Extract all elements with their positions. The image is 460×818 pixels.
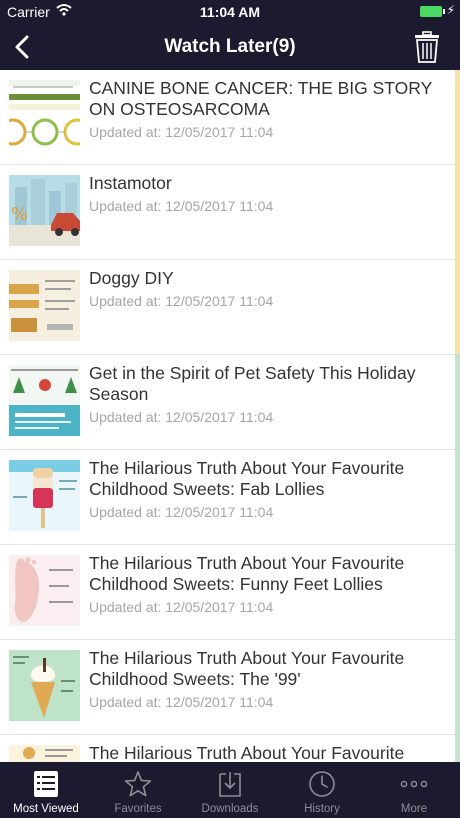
item-title: The Hilarious Truth About Your Favourite <box>89 743 405 762</box>
thumbnail-image <box>9 270 80 341</box>
list-icon <box>34 771 58 797</box>
thumbnail-image <box>9 80 80 151</box>
thumbnail-image <box>9 460 80 531</box>
download-icon <box>219 772 241 797</box>
tab-label: Most Viewed <box>13 803 79 815</box>
tab-bar: Most Viewed Favorites Downloads History … <box>0 762 460 818</box>
more-icon <box>400 780 428 788</box>
item-title: The Hilarious Truth About Your Favourite… <box>89 648 405 689</box>
thumbnail-image: % <box>9 175 80 246</box>
thumbnail-image <box>9 365 80 436</box>
page-title: Watch Later(9) <box>164 36 296 57</box>
tab-label: More <box>400 803 428 815</box>
tab-favorites[interactable]: Favorites <box>92 762 184 818</box>
item-updated-date: Updated at: 12/05/2017 11:04 <box>89 293 274 309</box>
tab-label: Downloads <box>201 803 259 815</box>
list-item[interactable]: The Hilarious Truth About Your Favourite… <box>0 640 455 735</box>
list-item[interactable]: The Hilarious Truth About Your Favourite <box>0 735 455 762</box>
thumbnail-image <box>9 745 80 762</box>
item-title: Get in the Spirit of Pet Safety This Hol… <box>89 363 416 404</box>
tab-label: History <box>304 803 340 815</box>
trash-icon[interactable] <box>414 31 440 63</box>
tab-most-viewed[interactable]: Most Viewed <box>0 762 92 818</box>
item-updated-date: Updated at: 12/05/2017 11:04 <box>89 409 274 425</box>
star-icon <box>124 771 152 797</box>
watch-later-list[interactable]: CANINE BONE CANCER: THE BIG STORY ON OST… <box>0 70 455 762</box>
thumbnail-image <box>9 555 80 626</box>
battery-tip <box>443 9 445 14</box>
item-updated-date: Updated at: 12/05/2017 11:04 <box>89 124 274 140</box>
svg-text:%: % <box>11 204 28 225</box>
item-title: The Hilarious Truth About Your Favourite… <box>89 458 405 499</box>
status-bar: Carrier 11:04 AM ⚡ <box>0 0 460 24</box>
list-item[interactable]: Get in the Spirit of Pet Safety This Hol… <box>0 355 455 450</box>
clock-icon <box>309 771 335 797</box>
thumbnail-image <box>9 650 80 721</box>
charging-icon: ⚡ <box>446 3 455 17</box>
battery-icon <box>420 6 442 17</box>
item-updated-date: Updated at: 12/05/2017 11:04 <box>89 504 274 520</box>
item-title: Doggy DIY <box>89 268 174 288</box>
list-item[interactable]: The Hilarious Truth About Your Favourite… <box>0 545 455 640</box>
tab-history[interactable]: History <box>276 762 368 818</box>
list-item[interactable]: % Instamotor Updated at: 12/05/2017 11:0… <box>0 165 455 260</box>
tab-more[interactable]: More <box>368 762 460 818</box>
list-item[interactable]: Doggy DIY Updated at: 12/05/2017 11:04 <box>0 260 455 355</box>
list-item[interactable]: CANINE BONE CANCER: THE BIG STORY ON OST… <box>0 70 455 165</box>
item-title: CANINE BONE CANCER: THE BIG STORY ON OST… <box>89 78 432 119</box>
tab-downloads[interactable]: Downloads <box>184 762 276 818</box>
item-title: The Hilarious Truth About Your Favourite… <box>89 553 405 594</box>
item-updated-date: Updated at: 12/05/2017 11:04 <box>89 599 274 615</box>
scroll-thumb[interactable] <box>455 70 460 354</box>
status-time: 11:04 AM <box>199 4 261 20</box>
item-updated-date: Updated at: 12/05/2017 11:04 <box>89 198 274 214</box>
list-item[interactable]: The Hilarious Truth About Your Favourite… <box>0 450 455 545</box>
tab-label: Favorites <box>114 803 162 815</box>
item-title: Instamotor <box>89 173 172 193</box>
item-updated-date: Updated at: 12/05/2017 11:04 <box>89 694 274 710</box>
nav-bar: Watch Later(9) <box>0 24 460 70</box>
